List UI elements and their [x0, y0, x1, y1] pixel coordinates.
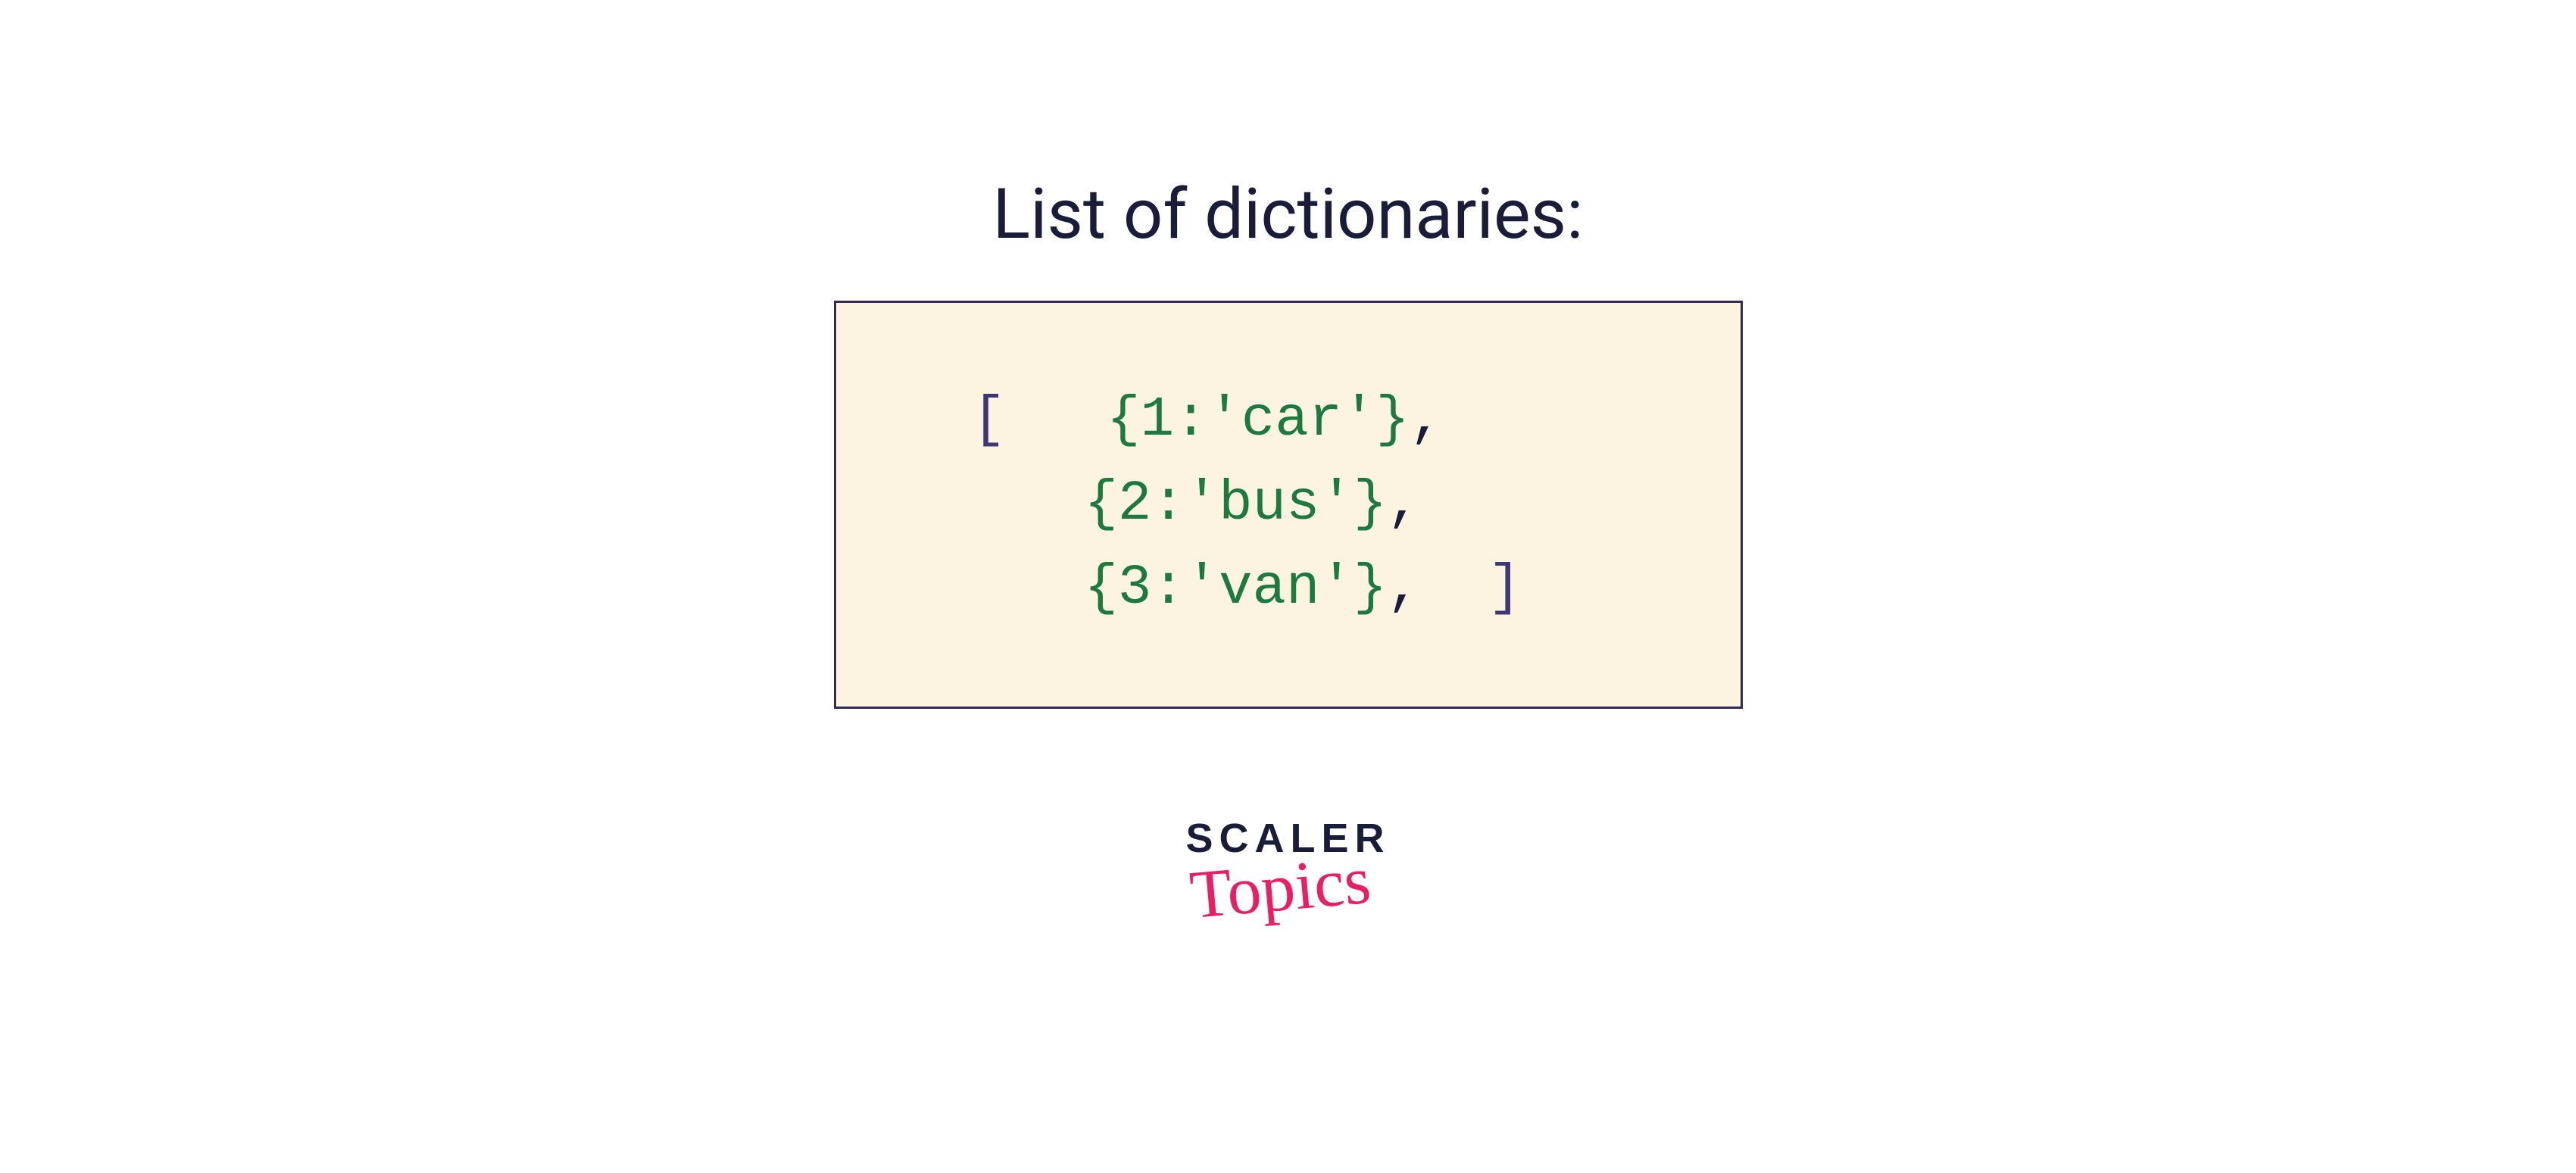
code-line-2: {2:'bus'},: [912, 463, 1680, 547]
dict-entry-1: {1:'car'}: [1107, 388, 1410, 452]
logo-sub-text: Topics: [1187, 841, 1374, 934]
close-bracket: ]: [1488, 557, 1521, 620]
diagram-title: List of dictionaries:: [993, 174, 1584, 255]
code-line-3: {3:'van'}, ]: [912, 547, 1680, 631]
dict-entry-3: {3:'van'}: [1085, 557, 1388, 620]
comma-1: ,: [1410, 388, 1443, 452]
code-line-1: [ {1:'car'},: [912, 379, 1680, 463]
code-block: [ {1:'car'}, {2:'bus'}, {3:'van'}, ]: [834, 301, 1743, 709]
comma-3: ,: [1387, 557, 1420, 620]
dict-entry-2: {2:'bus'}: [1085, 473, 1388, 536]
logo: SCALER Topics: [1185, 815, 1390, 926]
comma-2: ,: [1387, 473, 1420, 536]
open-bracket: [: [973, 388, 1006, 452]
